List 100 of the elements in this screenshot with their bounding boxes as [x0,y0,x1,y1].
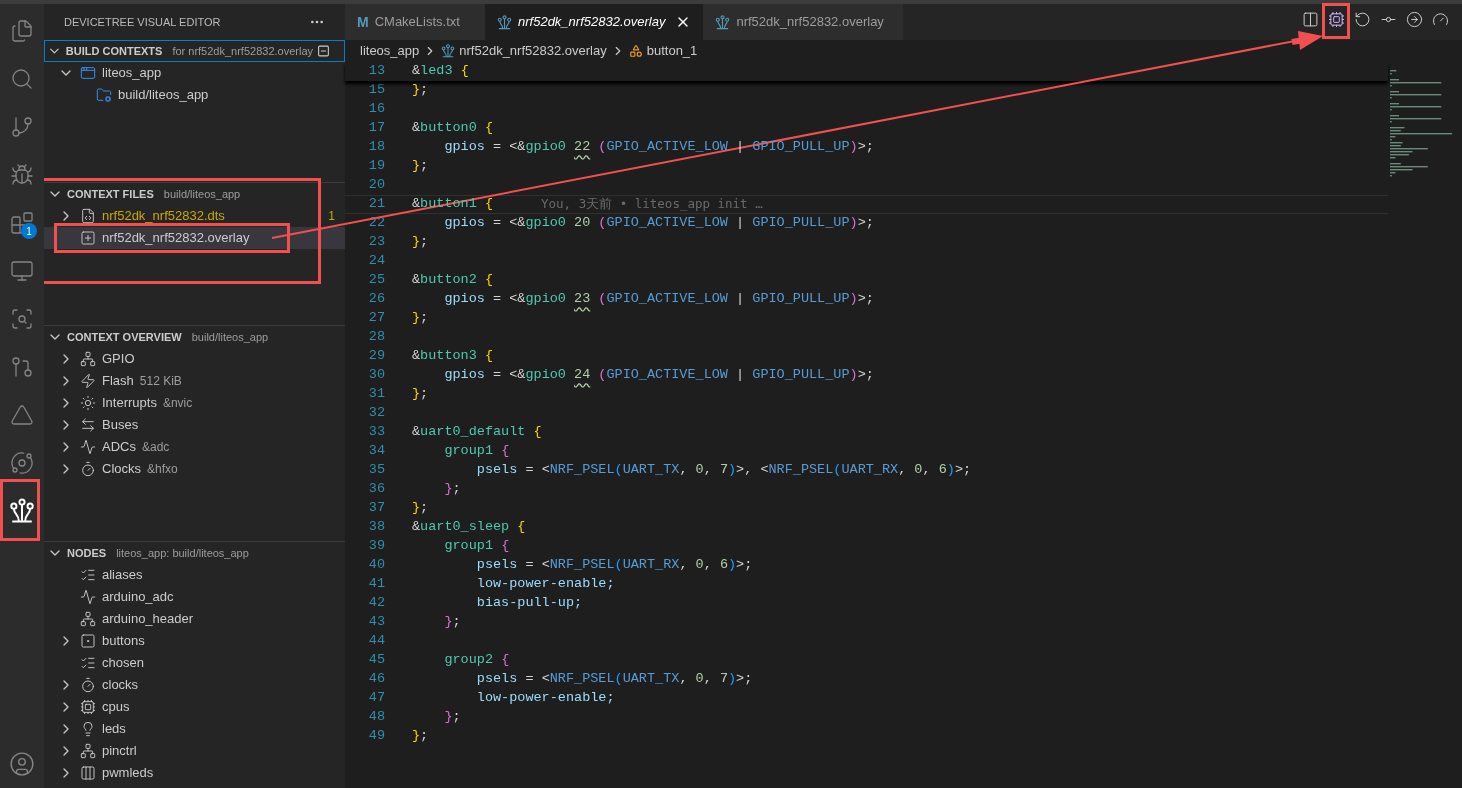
account-icon[interactable] [9,751,35,777]
code-line: &led3 { [412,62,469,81]
section-header[interactable]: BUILD CONTEXTS for nrf52dk_nrf52832.overlay [44,40,345,62]
editor-tab[interactable]: M CMakeLists.txt [345,4,485,40]
code-line: bias-pull-up; [475,594,583,613]
lightning-icon [80,373,96,389]
line-number: 36 [367,480,385,499]
section-title: CONTEXT FILES [67,186,154,202]
notification-badge: 1 [21,223,37,239]
editor-tab[interactable]: nrf52dk_nrf52832.overlay [703,4,904,40]
toolbar-button[interactable] [1405,10,1423,28]
section-description: for nrf52dk_nrf52832.overlay [172,43,314,59]
line-number: 47 [367,689,385,708]
line-number: 45 [367,651,385,670]
tree-item[interactable]: buttons [44,630,345,652]
code-line: }; [443,480,461,499]
tree-item[interactable]: build/liteos_app [44,84,345,106]
chip-icon [1327,10,1345,28]
tree-item[interactable]: nrf52dk_nrf52832.dts 1 [44,205,345,227]
tree-item[interactable]: GPIO [44,348,345,370]
highlight-frame [1322,3,1350,39]
line-number: 40 [367,556,385,575]
tree-item[interactable]: ADCs &adc [44,436,345,458]
tree-item[interactable]: Flash 512 KiB [44,370,345,392]
bulb-icon [80,721,96,737]
tree-item[interactable]: arduino_adc [44,586,345,608]
tree-item[interactable]: chosen [44,652,345,674]
columns-icon [80,765,96,781]
gauge-icon [1431,10,1449,28]
checklist-icon [80,567,96,583]
breadcrumb[interactable]: liteos_app [360,41,420,61]
section-header[interactable]: CONTEXT FILES build/liteos_app [44,183,345,205]
line-number: 15 [367,81,385,100]
timer-icon [80,677,96,693]
tree-item[interactable]: aliases [44,564,345,586]
line-number: 17 [367,119,385,138]
editor-tab[interactable]: nrf52dk_nrf52832.overlay [485,4,704,40]
toolbar-button[interactable] [1431,10,1449,28]
section-title: CONTEXT OVERVIEW [67,329,182,345]
toolbar-button[interactable] [1353,10,1371,28]
tree-item[interactable]: arduino_header [44,608,345,630]
section-description: build/liteos_app [163,186,241,202]
section-description: liteos_app: build/liteos_app [116,545,249,561]
undo-icon [1353,10,1371,28]
button-icon [80,633,96,649]
line-number: 39 [367,537,385,556]
line-number: 48 [367,708,385,727]
arrow-circle-icon [1405,10,1423,28]
collapse-icon[interactable] [317,44,330,58]
arrows-icon [80,417,96,433]
tree-item[interactable]: Clocks &hfxo [44,458,345,480]
breadcrumb[interactable]: nrf52dk_nrf52832.overlay [459,41,607,61]
line-number: 20 [367,176,385,195]
circuit-tree-icon [497,14,512,30]
line-number: 23 [367,233,385,252]
toolbar-button[interactable] [1301,10,1319,28]
section-title: BUILD CONTEXTS [65,43,163,59]
code-line: &uart0_default { [412,423,542,442]
checklist-icon [80,655,96,671]
tree-item[interactable]: liteos_app [44,62,345,84]
line-number: 49 [367,727,385,746]
split-icon [1301,10,1319,28]
pull-request-icon [10,355,34,379]
symbol-icon [628,44,643,58]
activity-item[interactable]: 1 [2,203,42,243]
tree-item[interactable]: Buses [44,414,345,436]
code-line: }; [412,385,429,404]
section-header[interactable]: CONTEXT OVERVIEW build/liteos_app [44,326,345,348]
timer-icon [80,461,96,477]
code-line: }; [412,233,429,252]
toolbar-button[interactable] [1327,10,1345,28]
code-line: group1 { [443,442,510,461]
tree-item[interactable]: clocks [44,674,345,696]
line-number: 18 [367,138,385,157]
tree-item[interactable]: pinctrl [44,740,345,762]
code-line: }; [412,727,429,746]
code-line: gpios = <&gpio0 20 (GPIO_ACTIVE_LOW | GPIO_PULL_UP)>; [443,214,874,233]
line-number: 25 [367,271,385,290]
tree-item[interactable]: cpus [44,696,345,718]
section-header[interactable]: NODES liteos_app: build/liteos_app [44,542,345,564]
section-title: NODES [67,545,107,561]
line-number: 37 [367,499,385,518]
circuit-tree-icon [9,498,35,524]
line-number: 29 [367,347,385,366]
code-line: }; [412,309,429,328]
wave-icon [80,589,96,605]
tree-item[interactable]: Interrupts &nvic [44,392,345,414]
pins-icon [80,611,96,627]
cmake-icon: M [357,11,369,33]
code-line: gpios = <&gpio0 22 (GPIO_ACTIVE_LOW | GPIO_PULL_UP)>; [443,138,874,157]
line-number: 30 [367,366,385,385]
search-icon [10,67,34,91]
line-number: 38 [367,518,385,537]
chip-icon [80,699,96,715]
breadcrumb[interactable]: button_1 [646,41,698,61]
line-number: 27 [367,309,385,328]
tree-item[interactable]: leds [44,718,345,740]
tree-item[interactable]: pwmleds [44,762,345,784]
code-line: }; [443,613,461,632]
line-number: 19 [367,157,385,176]
